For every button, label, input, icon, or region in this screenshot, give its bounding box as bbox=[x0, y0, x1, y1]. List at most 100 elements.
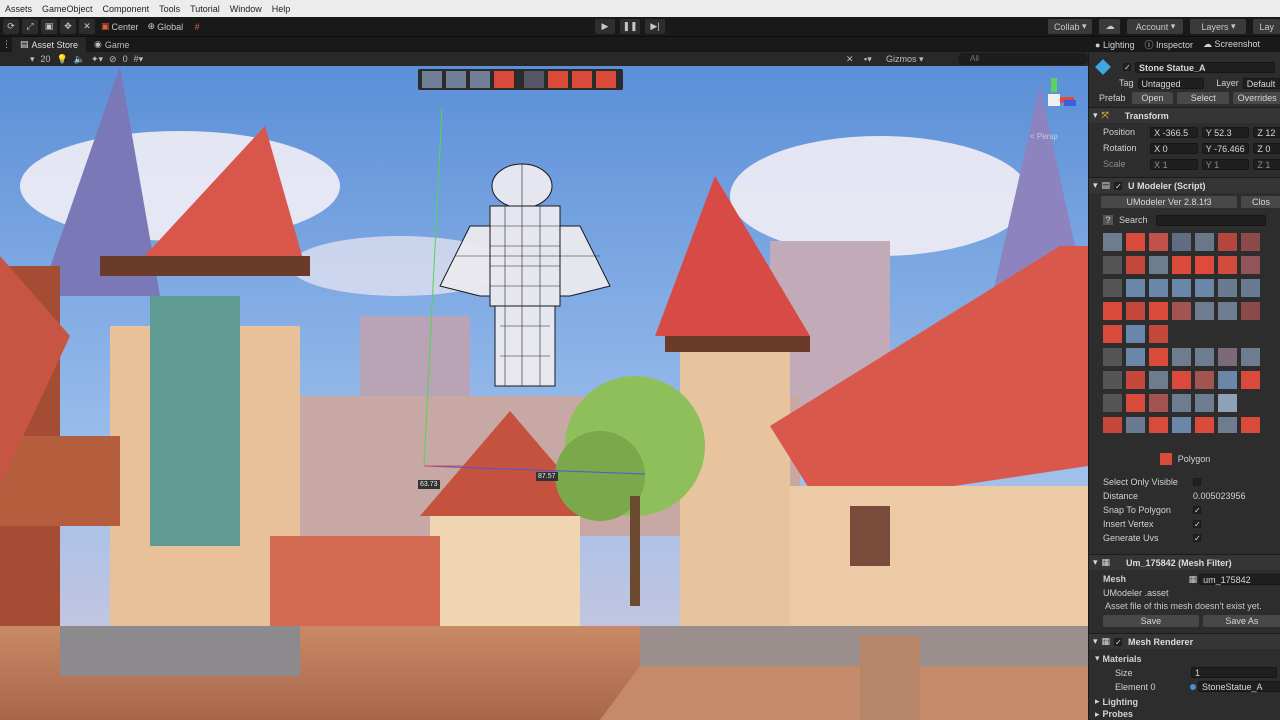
layer-dropdown[interactable]: Default bbox=[1242, 77, 1280, 89]
tool-icon[interactable] bbox=[1149, 348, 1168, 366]
tool-icon[interactable] bbox=[1126, 417, 1145, 433]
tool-icon[interactable] bbox=[1149, 371, 1168, 389]
tool-icon[interactable] bbox=[1126, 302, 1145, 320]
distance-field[interactable]: 0.005023956 bbox=[1193, 491, 1246, 501]
active-checkbox[interactable]: ✓ bbox=[1123, 63, 1131, 72]
tool-icon[interactable] bbox=[1126, 279, 1145, 297]
materials-row[interactable]: ▾ Materials bbox=[1089, 652, 1280, 665]
rotation-y-field[interactable]: Y -76.466 bbox=[1201, 142, 1250, 154]
prefab-open-button[interactable]: Open bbox=[1131, 92, 1174, 104]
tool-icon[interactable] bbox=[1149, 279, 1168, 297]
camera-icon[interactable]: ▪▾ bbox=[864, 54, 872, 65]
lighting-toggle-icon[interactable]: 💡 bbox=[57, 54, 68, 65]
scene-viewport[interactable]: < Persp 63.73 87.57 bbox=[0, 66, 1088, 720]
position-x-field[interactable]: X -366.5 bbox=[1150, 126, 1198, 138]
rotation-z-field[interactable]: Z 0 bbox=[1253, 142, 1280, 154]
tool-icon[interactable] bbox=[1103, 256, 1122, 274]
edge-mode-icon[interactable] bbox=[446, 71, 466, 88]
tool-icon[interactable] bbox=[1103, 279, 1122, 297]
dropdown-arrow-icon[interactable]: ▾ bbox=[30, 54, 35, 65]
mesh-renderer-header[interactable]: ▾ ▦ ✓ Mesh Renderer bbox=[1089, 633, 1280, 649]
tool-icon[interactable] bbox=[1126, 394, 1145, 412]
tool-icon[interactable] bbox=[1103, 302, 1122, 320]
save-button[interactable]: Save bbox=[1103, 615, 1199, 627]
rect-tool-icon[interactable]: ▣ bbox=[41, 19, 57, 34]
layer-count[interactable]: 20 bbox=[41, 54, 51, 64]
menu-window[interactable]: Window bbox=[230, 4, 262, 14]
scale-x-field[interactable]: X 1 bbox=[1150, 158, 1198, 170]
umodeler-version-button[interactable]: UModeler Ver 2.8.1f3 bbox=[1101, 196, 1237, 208]
rotation-x-field[interactable]: X 0 bbox=[1150, 142, 1198, 154]
effects-toggle-icon[interactable]: ✦▾ bbox=[91, 54, 103, 65]
tool-icon[interactable] bbox=[1218, 279, 1237, 297]
tool-icon[interactable] bbox=[1103, 348, 1122, 366]
object-mode-icon[interactable] bbox=[494, 71, 514, 88]
save-as-button[interactable]: Save As bbox=[1202, 615, 1280, 627]
tab-scene[interactable]: ⋮ bbox=[0, 37, 12, 52]
menu-assets[interactable]: Assets bbox=[5, 4, 32, 14]
scale-z-field[interactable]: Z 1 bbox=[1253, 158, 1280, 170]
tool-icon[interactable] bbox=[1218, 256, 1237, 274]
tool-icon[interactable] bbox=[1195, 348, 1214, 366]
umodeler-enabled-checkbox[interactable]: ✓ bbox=[1114, 181, 1123, 190]
umodeler-header[interactable]: ▾ ▤ ✓ U Modeler (Script) bbox=[1089, 177, 1280, 193]
tool-icon[interactable] bbox=[1149, 394, 1168, 412]
generate-uvs-checkbox[interactable]: ✓ bbox=[1193, 534, 1201, 543]
tool-icon[interactable] bbox=[1241, 256, 1260, 274]
tool-icon[interactable] bbox=[1103, 417, 1122, 433]
tool-icon[interactable] bbox=[1195, 256, 1214, 274]
menu-component[interactable]: Component bbox=[103, 4, 150, 14]
transform-header[interactable]: ▾ ⤧ Transform bbox=[1089, 107, 1280, 123]
tool-icon[interactable] bbox=[1241, 233, 1260, 251]
tool-icon[interactable] bbox=[1126, 233, 1145, 251]
grid-toggle-icon[interactable]: #▾ bbox=[134, 54, 144, 65]
tool-icon[interactable] bbox=[1241, 348, 1260, 366]
menu-gameobject[interactable]: GameObject bbox=[42, 4, 93, 14]
step-button[interactable]: ▶| bbox=[645, 19, 665, 34]
polygon-mode-icon[interactable] bbox=[470, 71, 490, 88]
position-z-field[interactable]: Z 12 bbox=[1253, 126, 1280, 138]
tool-icon[interactable] bbox=[1149, 233, 1168, 251]
tool-icon[interactable] bbox=[1149, 325, 1168, 343]
tool-icon[interactable] bbox=[1195, 233, 1214, 251]
mesh-field[interactable]: um_175842 bbox=[1199, 573, 1280, 585]
orientation-gizmo[interactable] bbox=[1032, 78, 1076, 122]
tab-lighting[interactable]: ● Lighting bbox=[1095, 40, 1134, 50]
tool-icon[interactable] bbox=[1149, 256, 1168, 274]
tool-icon[interactable] bbox=[1172, 417, 1191, 433]
element-field[interactable]: StoneStatue_A bbox=[1197, 681, 1280, 692]
tool-icon[interactable] bbox=[1218, 348, 1237, 366]
tool-icon[interactable] bbox=[1103, 394, 1122, 412]
tool-icon[interactable] bbox=[1149, 302, 1168, 320]
tool-icon[interactable] bbox=[1172, 233, 1191, 251]
tab-screenshot[interactable]: ☁ Screenshot bbox=[1203, 39, 1260, 50]
play-button[interactable]: ▶ bbox=[595, 19, 615, 34]
tool-icon[interactable] bbox=[1195, 371, 1214, 389]
tool-icon[interactable] bbox=[1172, 256, 1191, 274]
tool-icon[interactable] bbox=[1195, 417, 1214, 433]
space-toggle[interactable]: ⊕ Global bbox=[145, 19, 187, 34]
transform-tool-icon[interactable]: ✥ bbox=[60, 19, 76, 34]
hidden-objects-icon[interactable]: ⊘ bbox=[109, 54, 117, 65]
pause-button[interactable]: ❚❚ bbox=[620, 19, 640, 34]
scale-tool-icon[interactable]: ⤢ bbox=[22, 19, 38, 34]
tool-icon[interactable] bbox=[1126, 348, 1145, 366]
lighting-row[interactable]: ▸ Lighting bbox=[1089, 695, 1280, 708]
tool-icon[interactable] bbox=[1172, 279, 1191, 297]
tool-icon[interactable] bbox=[1241, 371, 1260, 389]
tool-icon[interactable] bbox=[1149, 417, 1168, 433]
account-dropdown[interactable]: Account ▾ bbox=[1127, 19, 1184, 34]
help-icon[interactable]: ? bbox=[1103, 215, 1113, 225]
umodeler-close-button[interactable]: Clos bbox=[1241, 196, 1280, 208]
persp-label[interactable]: < Persp bbox=[1030, 132, 1058, 141]
tool-icon[interactable] bbox=[1172, 302, 1191, 320]
rotate-mode-icon[interactable] bbox=[596, 71, 616, 88]
tool-icon[interactable] bbox=[1218, 394, 1237, 412]
gizmos-dropdown[interactable]: Gizmos ▾ bbox=[886, 54, 924, 65]
layout-dropdown[interactable]: Lay bbox=[1253, 19, 1280, 34]
tool-icon[interactable] bbox=[1241, 417, 1260, 433]
layers-dropdown[interactable]: Layers ▾ bbox=[1190, 19, 1247, 34]
probes-row[interactable]: ▸ Probes bbox=[1089, 708, 1280, 720]
gear-mode-icon[interactable] bbox=[548, 71, 568, 88]
tool-icon[interactable] bbox=[1218, 417, 1237, 433]
